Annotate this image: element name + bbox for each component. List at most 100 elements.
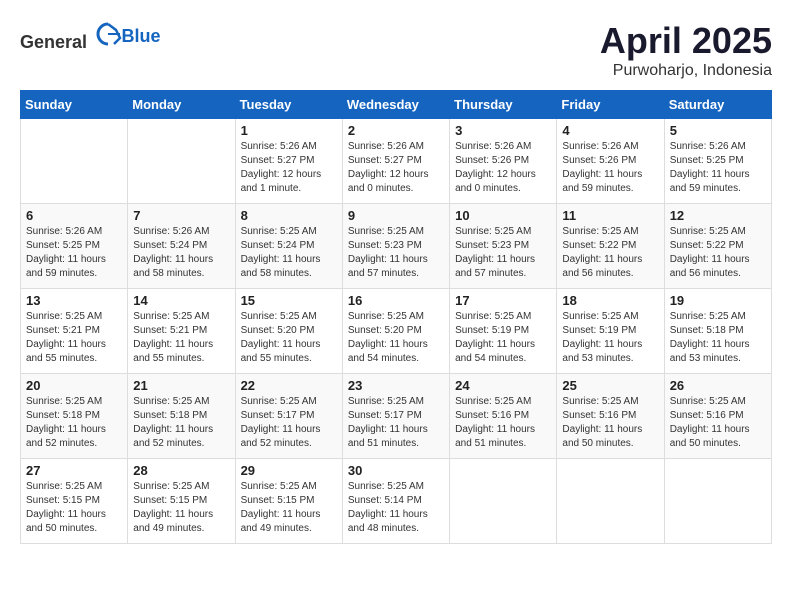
day-number: 5	[670, 123, 766, 138]
day-number: 17	[455, 293, 551, 308]
calendar-cell: 6 Sunrise: 5:26 AM Sunset: 5:25 PM Daylig…	[21, 204, 128, 289]
day-info: Sunrise: 5:25 AM Sunset: 5:21 PM Dayligh…	[26, 310, 122, 366]
day-number: 29	[241, 463, 337, 478]
day-number: 3	[455, 123, 551, 138]
calendar-cell: 10 Sunrise: 5:25 AM Sunset: 5:23 PM Dayli…	[450, 204, 557, 289]
calendar-cell: 18 Sunrise: 5:25 AM Sunset: 5:19 PM Dayli…	[557, 289, 664, 374]
day-number: 11	[562, 208, 658, 223]
weekday-header-sunday: Sunday	[21, 91, 128, 119]
weekday-header-wednesday: Wednesday	[342, 91, 449, 119]
day-number: 20	[26, 378, 122, 393]
day-number: 4	[562, 123, 658, 138]
calendar-cell: 1 Sunrise: 5:26 AM Sunset: 5:27 PM Daylig…	[235, 119, 342, 204]
header: General Blue April 2025 Purwoharjo, Indo…	[20, 20, 772, 80]
day-number: 15	[241, 293, 337, 308]
calendar-cell: 4 Sunrise: 5:26 AM Sunset: 5:26 PM Daylig…	[557, 119, 664, 204]
calendar-cell: 15 Sunrise: 5:25 AM Sunset: 5:20 PM Dayli…	[235, 289, 342, 374]
day-number: 24	[455, 378, 551, 393]
calendar-cell: 11 Sunrise: 5:25 AM Sunset: 5:22 PM Dayli…	[557, 204, 664, 289]
calendar-cell	[557, 459, 664, 544]
calendar-table: SundayMondayTuesdayWednesdayThursdayFrid…	[20, 90, 772, 544]
calendar-cell: 9 Sunrise: 5:25 AM Sunset: 5:23 PM Daylig…	[342, 204, 449, 289]
day-number: 13	[26, 293, 122, 308]
calendar-cell: 2Sunrise: 5:26 AM Sunset: 5:27 PM Daylig…	[342, 119, 449, 204]
day-info: Sunrise: 5:25 AM Sunset: 5:22 PM Dayligh…	[670, 225, 766, 281]
calendar-week-2: 6 Sunrise: 5:26 AM Sunset: 5:25 PM Daylig…	[21, 204, 772, 289]
calendar-week-4: 20 Sunrise: 5:25 AM Sunset: 5:18 PM Dayli…	[21, 374, 772, 459]
day-number: 14	[133, 293, 229, 308]
calendar-cell	[664, 459, 771, 544]
calendar-cell	[450, 459, 557, 544]
day-number: 28	[133, 463, 229, 478]
day-number: 16	[348, 293, 444, 308]
day-info: Sunrise: 5:25 AM Sunset: 5:22 PM Dayligh…	[562, 225, 658, 281]
weekday-header-saturday: Saturday	[664, 91, 771, 119]
calendar-cell: 24Sunrise: 5:25 AM Sunset: 5:16 PM Dayli…	[450, 374, 557, 459]
day-number: 6	[26, 208, 122, 223]
day-info: Sunrise: 5:25 AM Sunset: 5:20 PM Dayligh…	[348, 310, 444, 366]
day-info: Sunrise: 5:25 AM Sunset: 5:16 PM Dayligh…	[670, 395, 766, 451]
logo-blue: Blue	[122, 26, 161, 46]
day-number: 8	[241, 208, 337, 223]
day-number: 26	[670, 378, 766, 393]
day-number: 9	[348, 208, 444, 223]
day-number: 10	[455, 208, 551, 223]
day-number: 30	[348, 463, 444, 478]
day-number: 18	[562, 293, 658, 308]
day-info: Sunrise: 5:26 AM Sunset: 5:26 PM Dayligh…	[562, 140, 658, 196]
day-info: Sunrise: 5:25 AM Sunset: 5:15 PM Dayligh…	[241, 480, 337, 536]
day-info: Sunrise: 5:25 AM Sunset: 5:23 PM Dayligh…	[348, 225, 444, 281]
calendar-cell: 28 Sunrise: 5:25 AM Sunset: 5:15 PM Dayli…	[128, 459, 235, 544]
day-info: Sunrise: 5:26 AM Sunset: 5:24 PM Dayligh…	[133, 225, 229, 281]
calendar-week-1: 1 Sunrise: 5:26 AM Sunset: 5:27 PM Daylig…	[21, 119, 772, 204]
day-info: Sunrise: 5:26 AM Sunset: 5:27 PM Dayligh…	[241, 140, 337, 196]
day-number: 27	[26, 463, 122, 478]
calendar-cell	[128, 119, 235, 204]
weekday-header-friday: Friday	[557, 91, 664, 119]
day-info: Sunrise: 5:25 AM Sunset: 5:15 PM Dayligh…	[133, 480, 229, 536]
calendar-week-3: 13 Sunrise: 5:25 AM Sunset: 5:21 PM Dayli…	[21, 289, 772, 374]
day-number: 7	[133, 208, 229, 223]
day-info: Sunrise: 5:25 AM Sunset: 5:15 PM Dayligh…	[26, 480, 122, 536]
calendar-cell: 27 Sunrise: 5:25 AM Sunset: 5:15 PM Dayli…	[21, 459, 128, 544]
day-info: Sunrise: 5:25 AM Sunset: 5:19 PM Dayligh…	[562, 310, 658, 366]
day-number: 22	[241, 378, 337, 393]
day-number: 21	[133, 378, 229, 393]
logo-general: General	[20, 32, 87, 52]
calendar-cell: 8 Sunrise: 5:25 AM Sunset: 5:24 PM Daylig…	[235, 204, 342, 289]
day-number: 23	[348, 378, 444, 393]
title-area: April 2025 Purwoharjo, Indonesia	[600, 20, 772, 80]
calendar-cell: 29 Sunrise: 5:25 AM Sunset: 5:15 PM Dayli…	[235, 459, 342, 544]
calendar-cell: 25 Sunrise: 5:25 AM Sunset: 5:16 PM Dayli…	[557, 374, 664, 459]
day-number: 12	[670, 208, 766, 223]
calendar-cell: 5 Sunrise: 5:26 AM Sunset: 5:25 PM Daylig…	[664, 119, 771, 204]
logo: General Blue	[20, 20, 161, 53]
day-info: Sunrise: 5:26 AM Sunset: 5:27 PM Dayligh…	[348, 140, 444, 196]
day-number: 1	[241, 123, 337, 138]
calendar-cell: 3 Sunrise: 5:26 AM Sunset: 5:26 PM Daylig…	[450, 119, 557, 204]
day-info: Sunrise: 5:25 AM Sunset: 5:16 PM Dayligh…	[562, 395, 658, 451]
day-info: Sunrise: 5:25 AM Sunset: 5:21 PM Dayligh…	[133, 310, 229, 366]
calendar-cell: 21 Sunrise: 5:25 AM Sunset: 5:18 PM Dayli…	[128, 374, 235, 459]
calendar-cell: 30Sunrise: 5:25 AM Sunset: 5:14 PM Dayli…	[342, 459, 449, 544]
weekday-header-tuesday: Tuesday	[235, 91, 342, 119]
day-info: Sunrise: 5:26 AM Sunset: 5:26 PM Dayligh…	[455, 140, 551, 196]
day-info: Sunrise: 5:26 AM Sunset: 5:25 PM Dayligh…	[26, 225, 122, 281]
calendar-week-5: 27 Sunrise: 5:25 AM Sunset: 5:15 PM Dayli…	[21, 459, 772, 544]
calendar-cell: 12 Sunrise: 5:25 AM Sunset: 5:22 PM Dayli…	[664, 204, 771, 289]
calendar-cell: 19Sunrise: 5:25 AM Sunset: 5:18 PM Dayli…	[664, 289, 771, 374]
day-number: 25	[562, 378, 658, 393]
calendar-cell: 14 Sunrise: 5:25 AM Sunset: 5:21 PM Dayli…	[128, 289, 235, 374]
day-info: Sunrise: 5:25 AM Sunset: 5:20 PM Dayligh…	[241, 310, 337, 366]
calendar-cell: 13 Sunrise: 5:25 AM Sunset: 5:21 PM Dayli…	[21, 289, 128, 374]
day-info: Sunrise: 5:26 AM Sunset: 5:25 PM Dayligh…	[670, 140, 766, 196]
day-info: Sunrise: 5:25 AM Sunset: 5:23 PM Dayligh…	[455, 225, 551, 281]
day-info: Sunrise: 5:25 AM Sunset: 5:18 PM Dayligh…	[133, 395, 229, 451]
calendar-cell: 16 Sunrise: 5:25 AM Sunset: 5:20 PM Dayli…	[342, 289, 449, 374]
day-info: Sunrise: 5:25 AM Sunset: 5:24 PM Dayligh…	[241, 225, 337, 281]
day-info: Sunrise: 5:25 AM Sunset: 5:17 PM Dayligh…	[241, 395, 337, 451]
logo-icon	[94, 20, 122, 48]
weekday-header-monday: Monday	[128, 91, 235, 119]
calendar-header-row: SundayMondayTuesdayWednesdayThursdayFrid…	[21, 91, 772, 119]
calendar-cell	[21, 119, 128, 204]
